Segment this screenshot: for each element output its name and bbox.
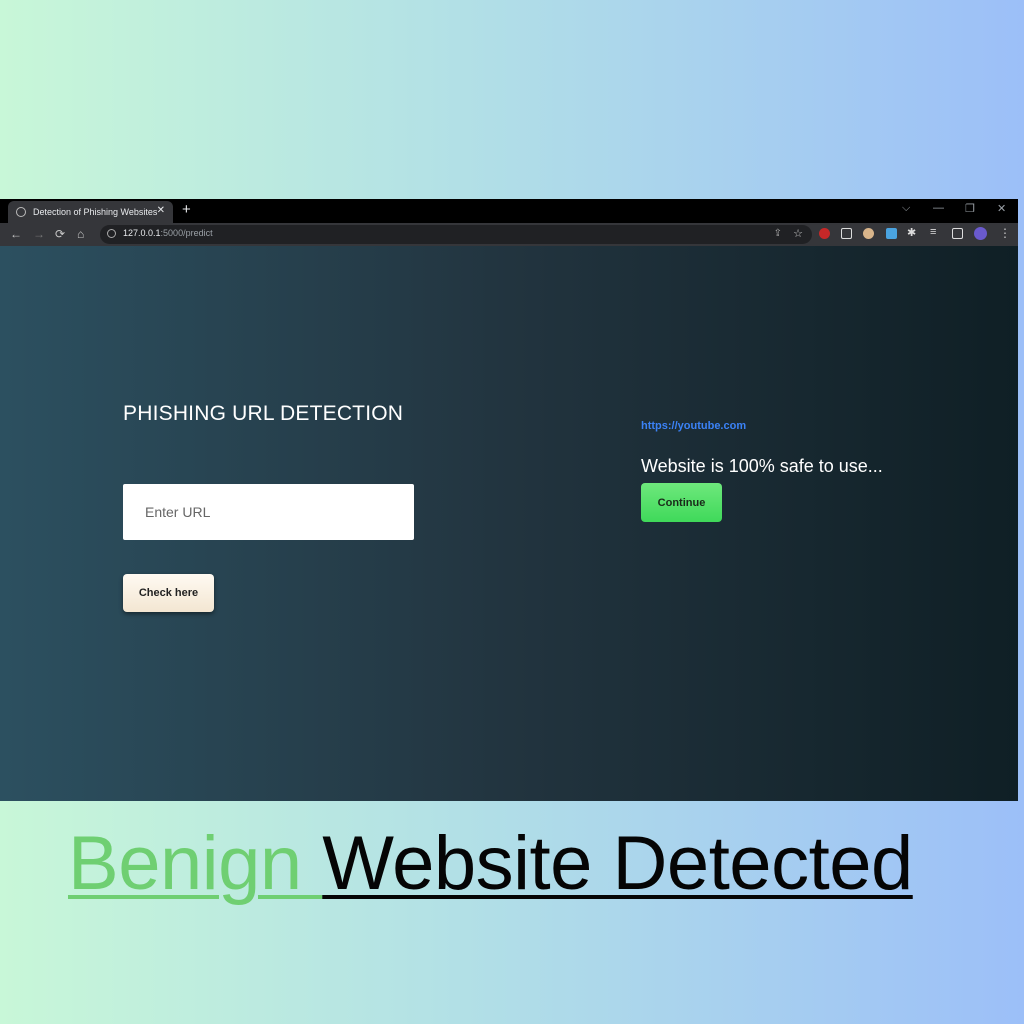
url-host: 127.0.0.1 bbox=[123, 228, 161, 238]
extensions-puzzle-icon[interactable]: ✱ bbox=[907, 226, 918, 239]
globe-icon bbox=[16, 207, 26, 217]
new-tab-button[interactable]: + bbox=[182, 201, 191, 218]
address-url: 127.0.0.1:5000/predict bbox=[123, 228, 213, 238]
extension-red-icon[interactable] bbox=[819, 228, 830, 239]
url-path: :5000/predict bbox=[160, 228, 213, 238]
share-icon[interactable]: ⇪ bbox=[774, 228, 782, 239]
checked-url-link[interactable]: https://youtube.com bbox=[641, 420, 746, 432]
browser-toolbar: ← → ⟳ ⌂ 127.0.0.1:5000/predict ⇪ ☆ ✱ ≡ ⋮ bbox=[0, 223, 1018, 246]
tab-strip: Detection of Phishing Websites ✕ + ⌵ — ❐… bbox=[0, 199, 1018, 223]
tab-close-icon[interactable]: ✕ bbox=[157, 205, 165, 216]
caption-website-detected: Website Detected bbox=[322, 821, 913, 906]
close-window-button[interactable]: ✕ bbox=[997, 202, 1006, 215]
forward-button[interactable]: → bbox=[33, 227, 45, 241]
browser-menu-icon[interactable]: ⋮ bbox=[999, 226, 1011, 240]
caption-title: Benign Website Detected bbox=[68, 820, 913, 907]
site-info-icon[interactable] bbox=[107, 229, 116, 238]
web-page: PHISHING URL DETECTION Check here https:… bbox=[0, 246, 1018, 801]
continue-button[interactable]: Continue bbox=[641, 483, 722, 522]
address-bar[interactable]: 127.0.0.1:5000/predict ⇪ ☆ bbox=[100, 225, 812, 244]
extension-window-icon[interactable] bbox=[841, 228, 852, 239]
extension-blue-icon[interactable] bbox=[886, 228, 897, 239]
tab-title: Detection of Phishing Websites bbox=[33, 207, 158, 217]
restore-button[interactable]: ❐ bbox=[965, 202, 975, 215]
tab-active[interactable]: Detection of Phishing Websites ✕ bbox=[8, 201, 173, 223]
back-button[interactable]: ← bbox=[10, 227, 22, 241]
caption-benign-word: Benign bbox=[68, 821, 323, 906]
side-panel-icon[interactable] bbox=[952, 228, 963, 239]
check-button[interactable]: Check here bbox=[123, 574, 214, 612]
reload-button[interactable]: ⟳ bbox=[55, 227, 65, 241]
url-input[interactable] bbox=[123, 484, 414, 540]
browser-window: Detection of Phishing Websites ✕ + ⌵ — ❐… bbox=[0, 199, 1018, 801]
page-title: PHISHING URL DETECTION bbox=[123, 402, 404, 425]
profile-avatar-icon[interactable] bbox=[974, 227, 987, 240]
extension-avatar-icon[interactable] bbox=[863, 228, 874, 239]
minimize-button[interactable]: — bbox=[933, 202, 944, 214]
home-button[interactable]: ⌂ bbox=[77, 227, 84, 241]
tab-search-icon[interactable]: ⌵ bbox=[902, 202, 910, 215]
bookmark-star-icon[interactable]: ☆ bbox=[793, 227, 803, 240]
result-message: Website is 100% safe to use... bbox=[641, 456, 883, 476]
media-list-icon[interactable]: ≡ bbox=[930, 226, 941, 238]
